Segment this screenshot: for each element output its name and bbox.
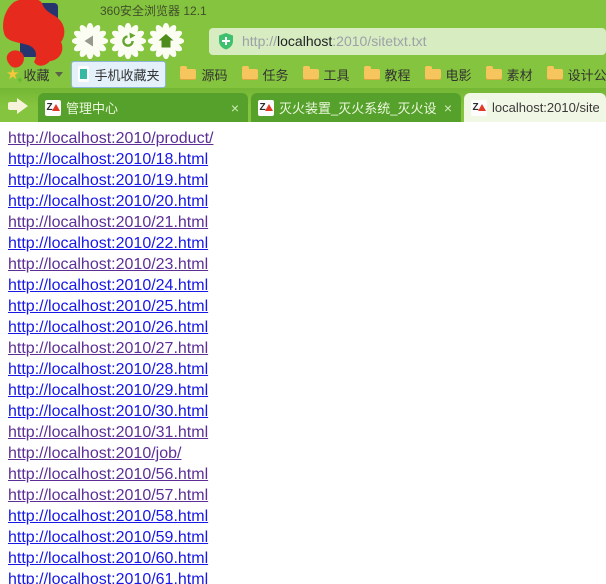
back-flower-icon[interactable] — [72, 23, 108, 59]
url-link[interactable]: http://localhost:2010/27.html — [8, 338, 208, 359]
tab-list: Z 管理中心 × Z 灭火装置_灭火系统_灭火设备_灭 × Zlocalhost:2010/… — [38, 93, 606, 122]
title-bar: 360安全浏览器 12.1 — [0, 0, 606, 22]
url-link[interactable]: http://localhost:2010/19.html — [8, 170, 208, 191]
chevron-down-icon[interactable] — [55, 72, 63, 77]
url-protocol: http:// — [242, 33, 277, 49]
favorites-button[interactable]: ★+ 收藏 — [6, 65, 63, 84]
za-favicon: Z — [45, 100, 61, 116]
favorites-label: 收藏 — [23, 65, 49, 84]
bookmark-folder-label: 电影 — [446, 65, 472, 84]
bookmark-folder-list: 源码任务工具教程电影素材设计公司常用网址 — [180, 65, 606, 84]
browser-window: 360安全浏览器 12.1 — [0, 0, 606, 584]
url-path: :2010/sitetxt.txt — [332, 33, 426, 49]
folder-icon — [486, 69, 502, 80]
mobile-favorites-button[interactable]: 手机收藏夹 — [71, 61, 166, 88]
nav-buttons — [72, 23, 184, 59]
folder-icon — [547, 69, 563, 80]
page-content: http://localhost:2010/product/http://loc… — [0, 122, 606, 584]
url-link[interactable]: http://localhost:2010/20.html — [8, 191, 208, 212]
bookmark-folder-label: 源码 — [201, 65, 227, 84]
url-link[interactable]: http://localhost:2010/60.html — [8, 548, 208, 569]
window-title: 360安全浏览器 12.1 — [100, 4, 207, 18]
close-tab-icon[interactable]: × — [229, 101, 241, 115]
folder-icon — [180, 69, 196, 80]
bookmark-folder-label: 教程 — [385, 65, 411, 84]
url-link[interactable]: http://localhost:2010/30.html — [8, 401, 208, 422]
close-tab-icon[interactable]: × — [442, 101, 454, 115]
url-link[interactable]: http://localhost:2010/31.html — [8, 422, 208, 443]
bookmark-folder-2[interactable]: 任务 — [242, 65, 289, 84]
url-link[interactable]: http://localhost:2010/product/ — [8, 128, 213, 149]
bookmark-folder-label: 素材 — [507, 65, 533, 84]
folder-icon — [364, 69, 380, 80]
url-text[interactable]: http://localhost:2010/sitetxt.txt — [242, 33, 426, 49]
url-link[interactable]: http://localhost:2010/job/ — [8, 443, 181, 464]
bookmark-folder-7[interactable]: 设计公司 — [547, 65, 606, 84]
bookmarks-bar: ★+ 收藏 手机收藏夹 源码任务工具教程电影素材设计公司常用网址 — [0, 60, 606, 88]
url-link[interactable]: http://localhost:2010/21.html — [8, 212, 208, 233]
url-link[interactable]: http://localhost:2010/61.html — [8, 569, 208, 584]
shield-plus-icon[interactable] — [218, 32, 234, 50]
refresh-flower-icon[interactable] — [110, 23, 146, 59]
address-bar[interactable]: http://localhost:2010/sitetxt.txt — [209, 28, 606, 55]
phone-icon — [78, 66, 89, 82]
url-link[interactable]: http://localhost:2010/18.html — [8, 149, 208, 170]
mobile-favorites-label: 手机收藏夹 — [94, 65, 159, 84]
browser-tab-2[interactable]: Z 灭火装置_灭火系统_灭火设备_灭 × — [251, 93, 461, 122]
url-link[interactable]: http://localhost:2010/25.html — [8, 296, 208, 317]
url-link[interactable]: http://localhost:2010/23.html — [8, 254, 208, 275]
bookmark-folder-4[interactable]: 教程 — [364, 65, 411, 84]
folder-icon — [425, 69, 441, 80]
url-link[interactable]: http://localhost:2010/59.html — [8, 527, 208, 548]
bookmark-folder-3[interactable]: 工具 — [303, 65, 350, 84]
url-link[interactable]: http://localhost:2010/26.html — [8, 317, 208, 338]
bookmark-folder-6[interactable]: 素材 — [486, 65, 533, 84]
star-plus-icon: ★+ — [6, 67, 19, 82]
browser-tab-1[interactable]: Z 管理中心 × — [38, 93, 248, 122]
url-link[interactable]: http://localhost:2010/24.html — [8, 275, 208, 296]
za-favicon: Z — [258, 100, 274, 116]
folder-icon — [303, 69, 319, 80]
url-link[interactable]: http://localhost:2010/56.html — [8, 464, 208, 485]
url-link[interactable]: http://localhost:2010/58.html — [8, 506, 208, 527]
folder-icon — [242, 69, 258, 80]
expand-arrow-icon[interactable] — [8, 98, 28, 114]
url-link[interactable]: http://localhost:2010/28.html — [8, 359, 208, 380]
url-host: localhost — [277, 33, 332, 49]
bookmark-folder-label: 设计公司 — [568, 65, 606, 84]
url-link[interactable]: http://localhost:2010/22.html — [8, 233, 208, 254]
bookmark-folder-label: 工具 — [324, 65, 350, 84]
bookmark-folder-label: 任务 — [263, 65, 289, 84]
url-link[interactable]: http://localhost:2010/29.html — [8, 380, 208, 401]
bookmark-folder-1[interactable]: 源码 — [180, 65, 227, 84]
toolbar: http://localhost:2010/sitetxt.txt — [0, 22, 606, 60]
browser-tab-3[interactable]: Zlocalhost:2010/site — [464, 93, 606, 122]
bookmark-folder-5[interactable]: 电影 — [425, 65, 472, 84]
za-favicon: Z — [471, 100, 487, 116]
home-flower-icon[interactable] — [148, 23, 184, 59]
tab-bar: Z 管理中心 × Z 灭火装置_灭火系统_灭火设备_灭 × Zlocalhost:2010/… — [0, 88, 606, 122]
tab-title: localhost:2010/site — [492, 100, 599, 115]
browser-chrome: 360安全浏览器 12.1 — [0, 0, 606, 88]
tab-title: 管理中心 — [66, 98, 224, 117]
tab-title: 灭火装置_灭火系统_灭火设备_灭 — [279, 98, 437, 117]
url-link[interactable]: http://localhost:2010/57.html — [8, 485, 208, 506]
